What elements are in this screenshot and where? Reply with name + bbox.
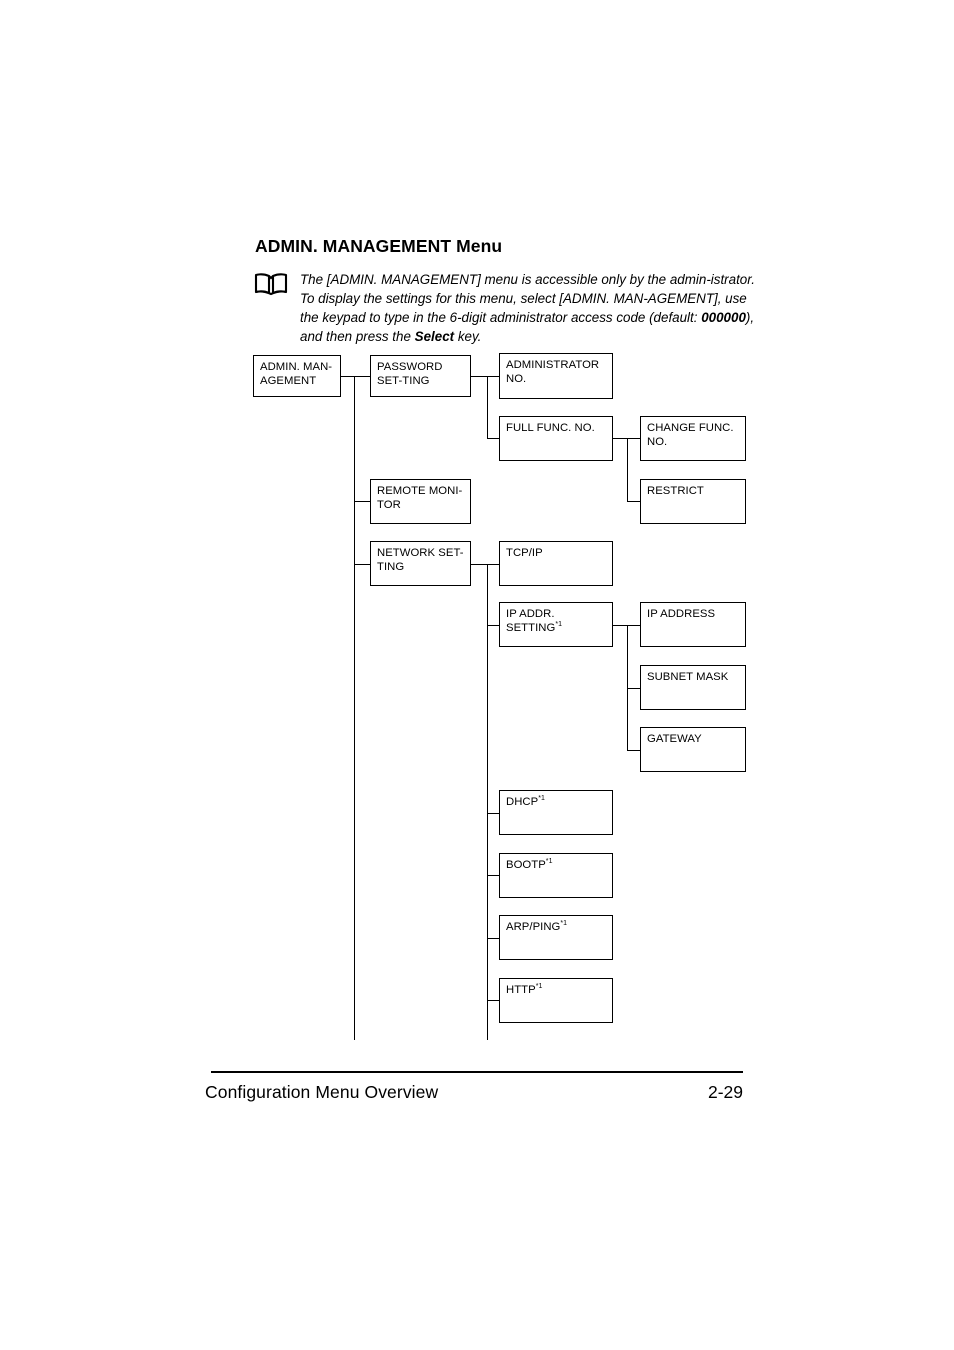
- connector-branch-remote: [354, 501, 371, 503]
- node-label-bootp: BOOTP*1: [506, 858, 553, 871]
- node-administrator-no: ADMINISTRATOR NO.: [499, 353, 613, 399]
- footer-page-number: 2-29: [707, 1082, 743, 1102]
- node-label-http: HTTP*1: [506, 983, 543, 996]
- connector-branch-gateway: [627, 750, 641, 752]
- footnote-marker-bootp: *1: [545, 858, 553, 866]
- node-password-setting: PASSWORD SET-TING: [370, 355, 471, 397]
- node-label-password-setting: PASSWORD SET-TING: [377, 361, 443, 388]
- node-ip-address: IP ADDRESS: [640, 602, 746, 647]
- footnote-marker-arp-ping: *1: [560, 920, 568, 928]
- footnote-marker-dhcp: *1: [538, 795, 545, 803]
- connector-stub-network-out: [471, 564, 487, 566]
- connector-trunk-level1: [354, 376, 356, 1040]
- footnote-marker-ip-addr-setting: *1: [555, 621, 563, 629]
- node-network-setting: NETWORK SET-TING: [370, 541, 471, 586]
- connector-trunk-level2a: [487, 376, 489, 439]
- connector-trunk-level3a: [627, 438, 629, 501]
- node-label-subnet-mask: SUBNET MASK: [647, 671, 729, 683]
- node-http: HTTP*1: [499, 978, 613, 1023]
- node-label-network-setting: NETWORK SET-TING: [377, 547, 464, 574]
- connector-branch-ip-address: [627, 625, 641, 627]
- node-full-func-no: FULL FUNC. NO.: [499, 416, 613, 461]
- node-label-change-func-no: CHANGE FUNC. NO.: [647, 422, 734, 449]
- node-label-ip-address: IP ADDRESS: [647, 608, 716, 620]
- connector-trunk-root-stub: [341, 376, 355, 378]
- menu-tree-diagram: ADMIN. MAN-AGEMENT PASSWORD SET-TING ADMIN…: [0, 0, 954, 1350]
- node-remote-monitor: REMOTE MONI-TOR: [370, 479, 471, 524]
- node-change-func-no: CHANGE FUNC. NO.: [640, 416, 746, 461]
- connector-trunk-level2b: [487, 564, 489, 1040]
- node-label-arp-ping: ARP/PING*1: [506, 920, 568, 933]
- connector-branch-restrict: [627, 501, 641, 503]
- node-label-restrict: RESTRICT: [647, 485, 704, 497]
- connector-stub-fullfunc-out: [613, 438, 628, 440]
- connector-branch-network: [354, 564, 371, 566]
- footer-rule: [211, 1071, 743, 1073]
- connector-stub-password-out: [471, 376, 487, 378]
- footer-section-title: Configuration Menu Overview: [205, 1082, 439, 1102]
- node-tcp-ip: TCP/IP: [499, 541, 613, 586]
- node-subnet-mask: SUBNET MASK: [640, 665, 746, 710]
- node-gateway: GATEWAY: [640, 727, 746, 772]
- node-label-gateway: GATEWAY: [647, 733, 702, 745]
- connector-branch-change-func: [627, 438, 641, 440]
- node-ip-addr-setting: IP ADDR. SETTING*1: [499, 602, 613, 647]
- connector-branch-password: [354, 376, 371, 378]
- node-label-admin-management: ADMIN. MAN-AGEMENT: [260, 361, 333, 388]
- node-label-administrator-no: ADMINISTRATOR NO.: [506, 359, 600, 386]
- connector-stub-ipaddr-out: [613, 625, 628, 627]
- node-bootp: BOOTP*1: [499, 853, 613, 898]
- node-restrict: RESTRICT: [640, 479, 746, 524]
- footnote-marker-http: *1: [535, 983, 543, 991]
- node-label-remote-monitor: REMOTE MONI-TOR: [377, 485, 463, 512]
- node-label-ip-addr-setting: IP ADDR. SETTING*1: [506, 608, 563, 635]
- connector-branch-subnet: [627, 688, 641, 690]
- node-label-dhcp: DHCP*1: [506, 795, 545, 808]
- node-label-tcp-ip: TCP/IP: [506, 547, 543, 559]
- node-admin-management: ADMIN. MAN-AGEMENT: [253, 355, 341, 397]
- node-arp-ping: ARP/PING*1: [499, 915, 613, 960]
- node-label-full-func-no: FULL FUNC. NO.: [506, 422, 595, 434]
- node-dhcp: DHCP*1: [499, 790, 613, 835]
